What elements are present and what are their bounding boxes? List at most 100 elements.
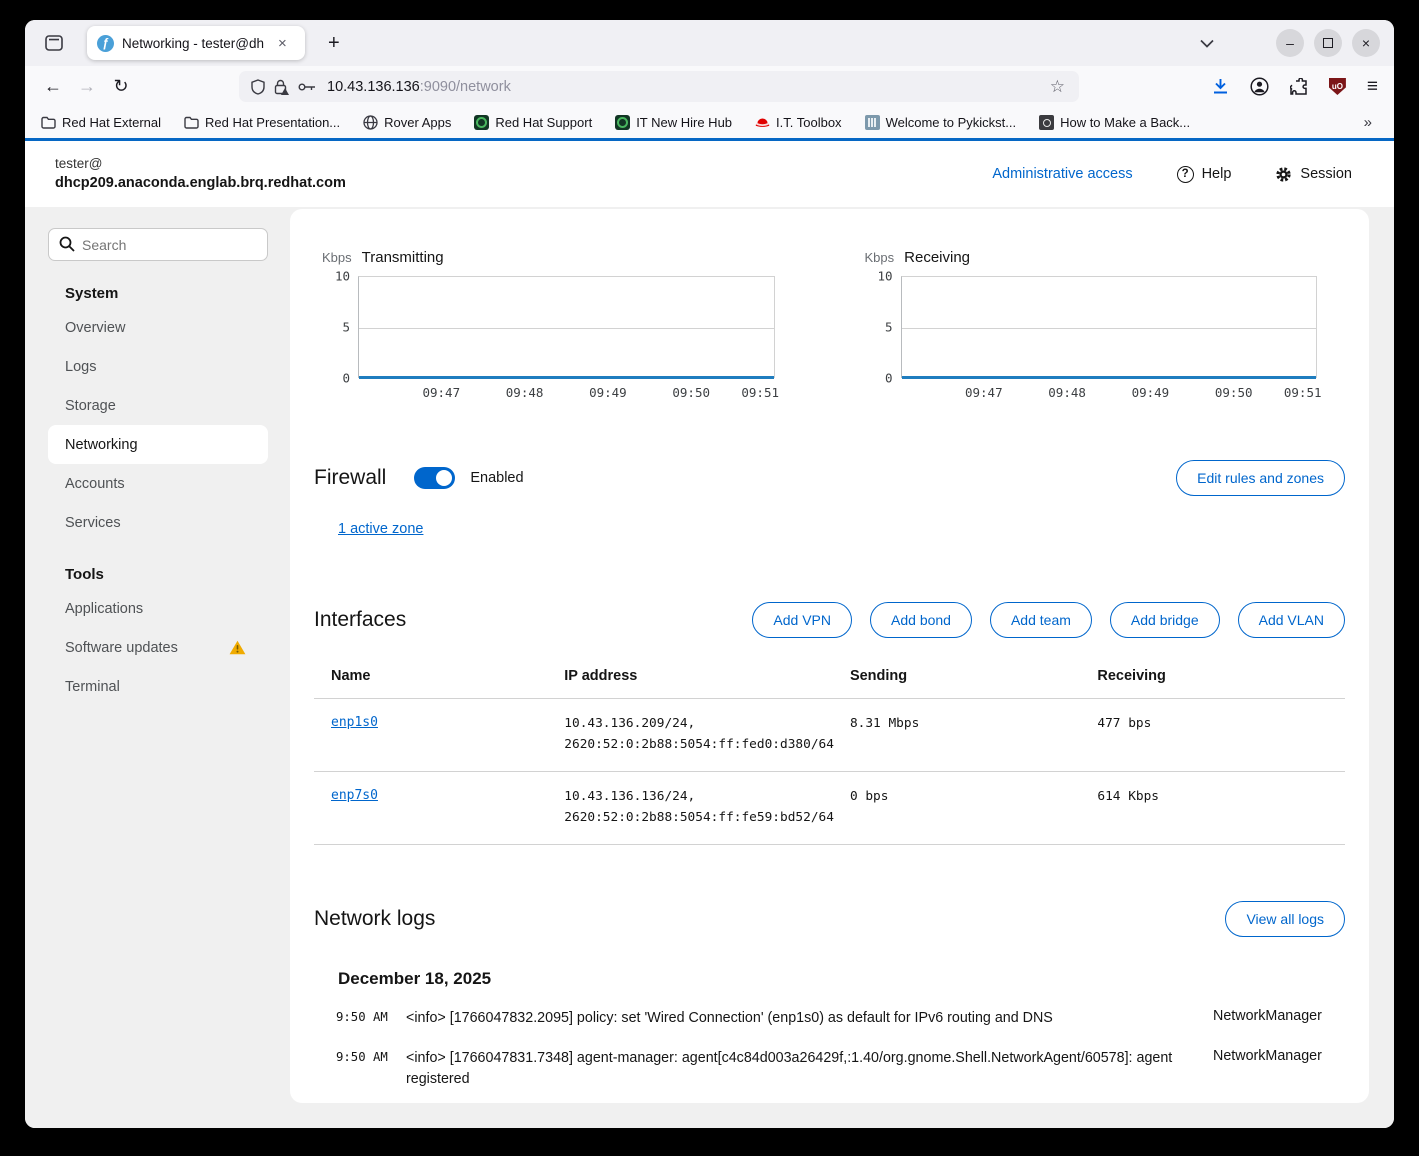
bookmark-red-hat-external[interactable]: Red Hat External — [41, 115, 161, 130]
administrative-access-link[interactable]: Administrative access — [992, 166, 1132, 182]
receiving-value: 477 bps — [1097, 716, 1152, 731]
tab-overview-icon[interactable] — [37, 28, 71, 58]
session-menu[interactable]: Session — [1275, 166, 1352, 183]
sidebar-item-terminal[interactable]: Terminal — [48, 667, 268, 706]
active-tab[interactable]: ƒ Networking - tester@dh × — [87, 26, 305, 60]
active-zone-link[interactable]: 1 active zone — [338, 521, 423, 537]
edit-rules-zones-button[interactable]: Edit rules and zones — [1176, 460, 1345, 496]
back-button[interactable]: ← — [37, 72, 69, 102]
bookmark-red-hat-support[interactable]: Red Hat Support — [474, 115, 592, 130]
bookmark-it-new-hire-hub[interactable]: IT New Hire Hub — [615, 115, 732, 130]
dark-doc-icon — [1039, 115, 1055, 130]
bookmark-star-icon[interactable]: ☆ — [1041, 73, 1073, 100]
log-time: 9:50 AM — [336, 1049, 388, 1064]
log-service: NetworkManager — [1213, 1047, 1322, 1064]
help-icon: ? — [1176, 165, 1194, 183]
network-logs-title: Network logs — [314, 907, 436, 931]
interface-link-enp1s0[interactable]: enp1s0 — [331, 715, 378, 730]
sidebar-item-networking[interactable]: Networking — [48, 425, 268, 464]
ublock-icon[interactable]: uO — [1328, 78, 1346, 95]
view-all-logs-button[interactable]: View all logs — [1225, 901, 1345, 938]
bookmarks-overflow-chevron[interactable]: » — [1358, 114, 1378, 131]
bookmark-red-hat-presentation[interactable]: Red Hat Presentation... — [184, 115, 340, 130]
reload-button[interactable]: ↻ — [105, 72, 137, 102]
sidebar-section-system: System — [65, 285, 119, 302]
masthead-actions: Administrative access ? Help Session — [992, 165, 1352, 183]
red-hat-icon — [755, 115, 770, 130]
bookmark-it-toolbox[interactable]: I.T. Toolbox — [755, 115, 842, 130]
receiving-value: 614 Kbps — [1097, 789, 1160, 805]
chart-title: Transmitting — [361, 249, 444, 266]
add-vlan-button[interactable]: Add VLAN — [1237, 602, 1345, 638]
bookmark-rover-apps[interactable]: Rover Apps — [363, 115, 451, 130]
browser-window: ƒ Networking - tester@dh × + – × ← → ↻ 1… — [25, 20, 1394, 1128]
interface-add-buttons: Add VPN Add bond Add team Add bridge Add… — [752, 602, 1345, 638]
pykickstart-doc-icon — [864, 115, 880, 130]
charts-row: Kbps Transmitting 10 5 0 09:47 09:48 09:… — [290, 209, 1369, 402]
sidebar-item-accounts[interactable]: Accounts — [48, 464, 268, 503]
search-input[interactable] — [48, 228, 268, 261]
forward-button[interactable]: → — [71, 72, 103, 102]
add-bridge-button[interactable]: Add bridge — [1109, 602, 1220, 638]
sidebar-item-overview[interactable]: Overview — [48, 308, 268, 347]
bookmark-welcome-pykickstart[interactable]: Welcome to Pykickst... — [864, 115, 1016, 130]
network-logs-header: Network logs View all logs — [290, 901, 1369, 938]
main-area: Kbps Transmitting 10 5 0 09:47 09:48 09:… — [290, 207, 1394, 1128]
add-vpn-button[interactable]: Add VPN — [752, 602, 853, 638]
hostname: dhcp209.anaconda.englab.brq.redhat.com — [55, 175, 346, 192]
downloads-icon[interactable] — [1212, 78, 1229, 95]
navigation-toolbar: ← → ↻ 10.43.136.136:9090/network ☆ uO ≡ — [25, 66, 1394, 107]
warning-triangle-icon — [229, 640, 246, 655]
gridline — [901, 327, 1316, 329]
close-window-button[interactable]: × — [1352, 29, 1380, 57]
help-menu[interactable]: ? Help — [1176, 165, 1231, 183]
sidebar-item-software-updates[interactable]: Software updates — [48, 628, 268, 667]
tab-close-icon[interactable]: × — [274, 34, 291, 53]
bookmark-how-to-make-a-back[interactable]: How to Make a Back... — [1039, 115, 1190, 130]
fedora-favicon-icon: ƒ — [97, 34, 114, 52]
logged-in-user: tester@ — [55, 155, 103, 171]
log-entry[interactable]: 9:50 AM <info> [1766047829.2220] policy:… — [336, 1100, 1345, 1103]
y-axis-unit: Kbps — [864, 250, 895, 265]
interfaces-section-header: Interfaces Add VPN Add bond Add team Add… — [290, 602, 1369, 638]
add-bond-button[interactable]: Add bond — [870, 602, 972, 638]
maximize-button[interactable] — [1314, 29, 1342, 57]
firewall-toggle[interactable] — [414, 467, 456, 489]
minimize-button[interactable]: – — [1276, 29, 1304, 57]
sidebar-item-storage[interactable]: Storage — [48, 386, 268, 425]
y-axis-unit: Kbps — [322, 250, 352, 265]
sidebar-section-tools: Tools — [65, 566, 104, 583]
table-row: enp1s0 10.43.136.209/24, 2620:52:0:2b88:5… — [314, 697, 1345, 772]
lock-warning-icon — [274, 79, 289, 95]
url-text: 10.43.136.136:9090/network — [327, 78, 511, 95]
plot-area — [900, 276, 1317, 379]
sidebar-item-services[interactable]: Services — [48, 503, 268, 542]
firewall-title: Firewall — [314, 466, 387, 489]
y-axis: 10 5 0 — [334, 268, 350, 386]
column-receiving: Receiving — [1097, 668, 1166, 684]
table-row: enp7s0 10.43.136.136/24, 2620:52:0:2b88:5… — [314, 771, 1345, 846]
log-entry[interactable]: 9:50 AM <info> [1766047832.2095] policy:… — [336, 999, 1345, 1038]
url-bar[interactable]: 10.43.136.136:9090/network ☆ — [239, 71, 1079, 102]
log-service: NetworkManager — [1213, 1008, 1322, 1025]
log-entry[interactable]: 9:50 AM <info> [1766047831.7348] agent-m… — [336, 1039, 1345, 1100]
ip-address: 10.43.136.136/24, 2620:52:0:2b88:5054:ff:… — [564, 789, 834, 826]
menu-hamburger-icon[interactable]: ≡ — [1367, 76, 1378, 98]
add-team-button[interactable]: Add team — [989, 602, 1092, 638]
log-message: <info> [1766047831.7348] agent-manager: … — [406, 1049, 1173, 1088]
x-axis: 09:47 09:48 09:49 09:50 09:51 — [422, 385, 780, 400]
sending-value: 0 bps — [849, 789, 889, 805]
receiving-chart: Kbps Receiving 10 5 0 09:47 09:48 09:49 … — [864, 249, 1322, 402]
sidebar-item-applications[interactable]: Applications — [48, 589, 268, 628]
tab-list-chevron-icon[interactable] — [1200, 39, 1214, 48]
log-time: 9:50 AM — [336, 1010, 388, 1025]
url-security-icons — [251, 78, 316, 95]
new-tab-button[interactable]: + — [319, 30, 349, 57]
plot-area — [358, 276, 775, 379]
account-icon[interactable] — [1250, 77, 1269, 96]
interface-link-enp7s0[interactable]: enp7s0 — [331, 788, 378, 803]
maximize-icon — [1323, 38, 1333, 48]
key-icon — [298, 83, 315, 90]
sidebar-item-logs[interactable]: Logs — [48, 347, 268, 386]
extensions-puzzle-icon[interactable] — [1289, 77, 1308, 96]
